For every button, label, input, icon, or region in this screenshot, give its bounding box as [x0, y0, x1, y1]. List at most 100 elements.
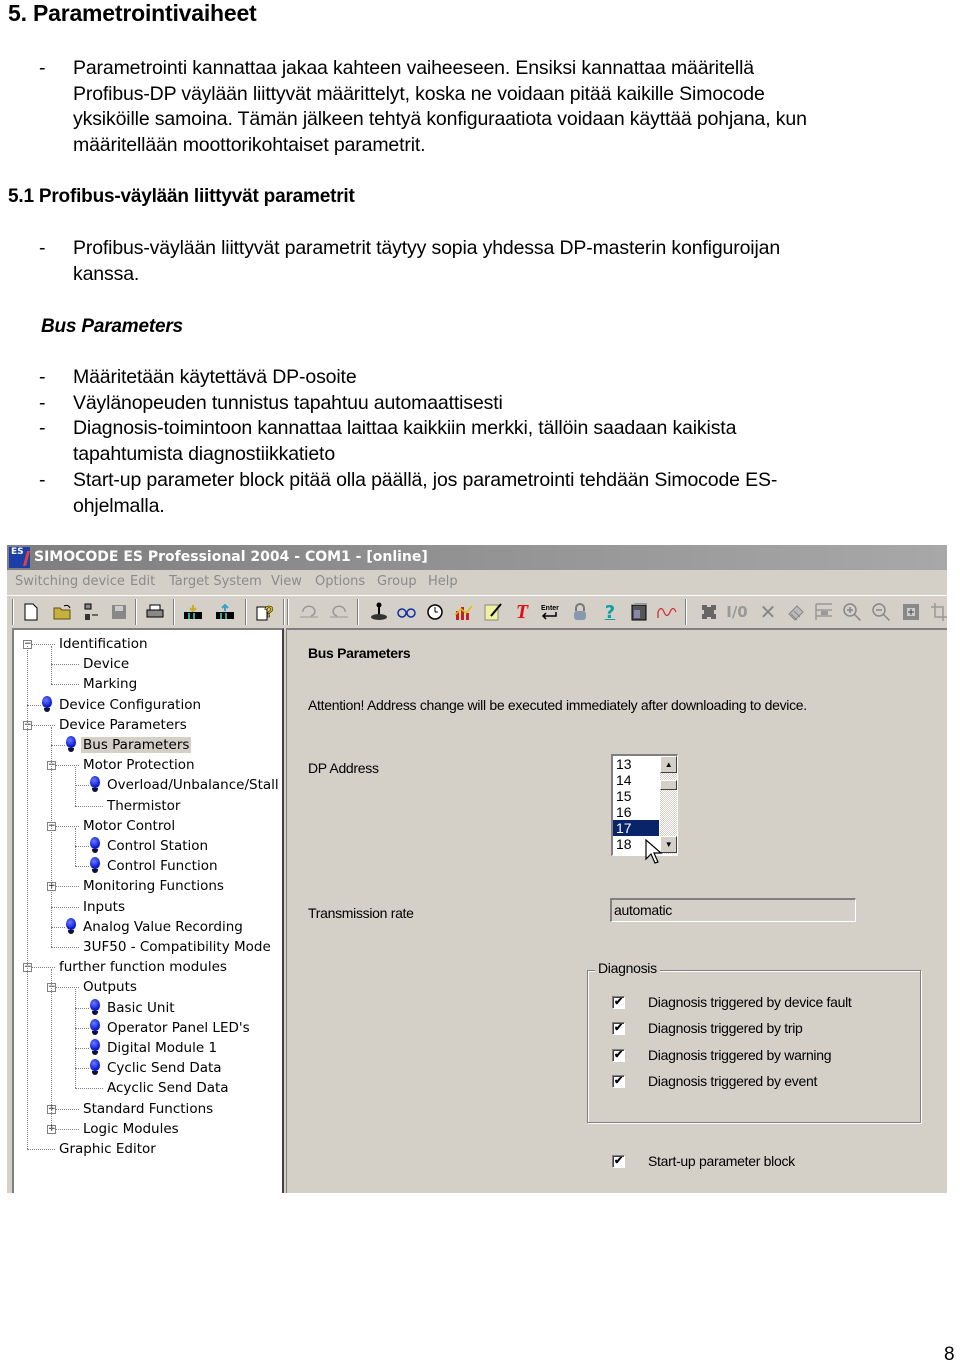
tree-item[interactable]: Inputs [81, 897, 127, 917]
undo-icon[interactable] [297, 600, 321, 624]
dp-address-option[interactable]: 13 [613, 756, 659, 772]
diagnosis-warning-checkbox[interactable]: ✔ [612, 1049, 625, 1062]
diagnosis-trip-checkbox[interactable]: ✔ [612, 1022, 625, 1035]
tree-connector [75, 866, 89, 868]
diagnosis-event-checkbox[interactable]: ✔ [612, 1075, 625, 1088]
print-icon[interactable] [143, 600, 167, 624]
download-to-device-icon[interactable] [181, 600, 205, 624]
bullet-line: Profibus-väylään liittyvät parametrit tä… [73, 237, 781, 259]
crop-icon[interactable] [927, 600, 947, 624]
stopwatch-test-icon[interactable] [424, 600, 448, 624]
joystick-control-icon[interactable] [367, 600, 391, 624]
tree-item[interactable]: 3UF50 - Compatibility Mode [81, 937, 273, 957]
dp-address-option[interactable]: 14 [613, 772, 659, 788]
diagnosis-device-fault-label: Diagnosis triggered by device fault [648, 994, 852, 1010]
chart-diagnostics-icon[interactable] [452, 600, 476, 624]
bullet-dash: - [39, 391, 46, 414]
tree-item[interactable]: Device [81, 654, 131, 674]
menu-view[interactable]: View [271, 570, 302, 594]
tree-item-label: Operator Panel LED's [107, 1019, 250, 1036]
fit-window-icon[interactable] [899, 600, 923, 624]
upload-from-device-icon[interactable] [213, 600, 237, 624]
tree-connector [51, 664, 79, 666]
dp-address-option[interactable]: 15 [613, 788, 659, 804]
bullet-item: - Start-up parameter block pitää olla pä… [0, 468, 960, 519]
puzzle-piece-icon[interactable] [697, 600, 721, 624]
dp-address-option[interactable]: 16 [613, 804, 659, 820]
pencil-grid-icon[interactable] [784, 600, 808, 624]
app-logo-icon: ES [9, 547, 30, 568]
svg-text:Enter: Enter [541, 605, 559, 612]
tree-item[interactable]: Overload/Unbalance/Stall [89, 775, 281, 795]
bullet-line: ohjelmalla. [73, 494, 165, 517]
tree-item[interactable]: further function modules [57, 957, 229, 977]
dp-address-option-selected[interactable]: 17 [613, 820, 659, 836]
tree-item[interactable]: Operator Panel LED's [89, 1018, 252, 1038]
menu-help[interactable]: Help [428, 570, 458, 594]
io-toggle-icon[interactable]: I/0 [725, 600, 749, 624]
save-icon[interactable] [107, 600, 131, 624]
tree-item[interactable]: Motor Protection [81, 755, 197, 775]
tree-item[interactable]: Marking [81, 674, 139, 694]
title-bar: ES SIMOCODE ES Professional 2004 - COM1 … [7, 545, 947, 570]
status-bulb-icon [89, 856, 101, 874]
help-context-icon[interactable]: ? [253, 600, 277, 624]
tree-item[interactable]: Monitoring Functions [81, 876, 226, 896]
enter-key-icon[interactable]: Enter [537, 600, 561, 624]
tree-item[interactable]: Device Parameters [57, 715, 189, 735]
new-document-icon[interactable] [19, 600, 43, 624]
tree-item[interactable]: Control Station [89, 836, 210, 856]
tree-connector [75, 846, 89, 847]
tree-connector [75, 1007, 89, 1009]
menu-options[interactable]: Options [315, 570, 365, 594]
tree-item-label: Acyclic Send Data [107, 1080, 229, 1097]
startup-parameter-block-checkbox[interactable]: ✔ [612, 1155, 625, 1168]
menu-group[interactable]: Group [377, 570, 417, 594]
redo-icon[interactable] [327, 600, 351, 624]
glasses-view-icon[interactable] [395, 600, 419, 624]
tree-item[interactable]: Standard Functions [81, 1099, 215, 1119]
tree-item[interactable]: Control Function [89, 856, 220, 876]
help-icon[interactable]: ? [598, 600, 622, 624]
tree-item[interactable]: Bus Parameters [65, 735, 192, 755]
diagnosis-device-fault-checkbox[interactable]: ✔ [612, 996, 625, 1009]
transmission-rate-field[interactable]: automatic [610, 898, 856, 922]
tree-item[interactable]: Device Configuration [41, 695, 203, 715]
tree-item[interactable]: Analog Value Recording [65, 917, 245, 937]
notepad-edit-icon[interactable] [481, 600, 505, 624]
tree-item[interactable]: Logic Modules [81, 1119, 181, 1139]
tree-item[interactable]: Digital Module 1 [89, 1038, 219, 1058]
open-folder-icon[interactable] [51, 600, 75, 624]
tree-item-label: Marking [83, 676, 138, 693]
tree-item[interactable]: Graphic Editor [57, 1139, 158, 1159]
menu-switching-device[interactable]: Switching device [15, 570, 125, 594]
tree-item[interactable]: Identification [57, 634, 150, 654]
transmission-rate-label: Transmission rate [308, 905, 414, 921]
network-connect-icon[interactable] [79, 600, 103, 624]
layout-icon[interactable] [812, 600, 836, 624]
tree-item[interactable]: Acyclic Send Data [105, 1078, 231, 1098]
tree-item[interactable]: Cyclic Send Data [89, 1058, 224, 1078]
scrollbar-thumb[interactable] [660, 780, 677, 790]
menu-target-system[interactable]: Target System [169, 570, 262, 594]
menu-edit[interactable]: Edit [130, 570, 155, 594]
tree-item-label: Standard Functions [83, 1100, 214, 1117]
tree-item[interactable]: Thermistor [105, 796, 182, 816]
delete-icon[interactable]: ✕ [756, 600, 780, 624]
panel-title: Bus Parameters [308, 645, 411, 661]
tree-item[interactable]: Basic Unit [89, 998, 177, 1018]
waveform-icon[interactable] [655, 600, 679, 624]
scroll-up-arrow-icon[interactable]: ▲ [660, 756, 677, 773]
zoom-out-icon[interactable] [869, 600, 893, 624]
tree-item[interactable]: Outputs [81, 977, 139, 997]
diagnosis-warning-label: Diagnosis triggered by warning [648, 1047, 832, 1063]
text-tool-icon[interactable]: T [510, 600, 534, 624]
zoom-in-icon[interactable] [840, 600, 864, 624]
lock-icon[interactable] [568, 600, 592, 624]
tree-item[interactable]: Motor Control [81, 816, 177, 836]
tree-connector [51, 684, 79, 686]
bullet-item: - Diagnosis-toimintoon kannattaa laittaa… [0, 416, 960, 467]
toolbar-separator [283, 599, 285, 625]
device-module-icon[interactable] [627, 600, 651, 624]
sub-bullet-list: - Profibus-väylään liittyvät parametrit … [0, 236, 960, 287]
